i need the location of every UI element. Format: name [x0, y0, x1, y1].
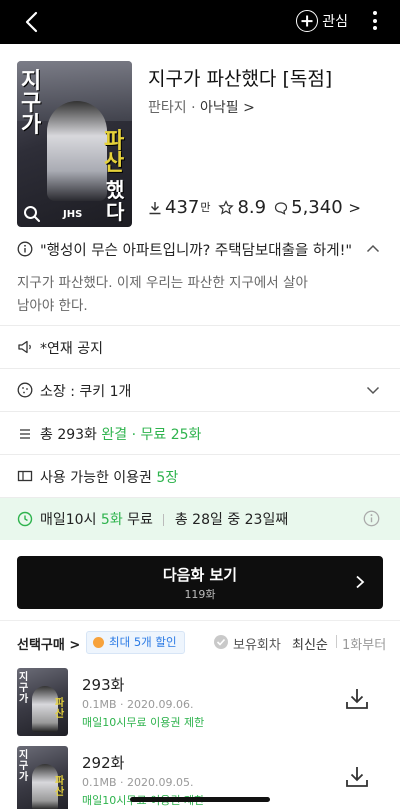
favorite-label: 관심	[322, 14, 348, 30]
chevron-up-icon[interactable]	[366, 242, 380, 256]
free-progress: 총 28일 중 23일째	[174, 512, 289, 528]
cover-title-text: 지구가	[21, 69, 42, 138]
sort-from-first-button[interactable]: 1화부터	[342, 634, 386, 653]
discount-badge[interactable]: 최대 5개 할인	[86, 631, 185, 654]
summary-description: 지구가 파산했다. 이제 우리는 파산한 지구에서 살아남아야 한다.	[17, 275, 308, 314]
genre: 판타지	[148, 100, 187, 116]
episode-info: 0.1MB · 2020.09.05.	[82, 776, 194, 789]
episode-list-header: 선택구매 > 최대 5개 할인 보유회차 최신순 1화부터	[0, 630, 400, 656]
select-buy-button[interactable]: 선택구매 >	[17, 634, 80, 653]
kebab-menu-icon[interactable]	[372, 11, 378, 33]
series-cover-image[interactable]: 지구가 파산 했다 JHS	[17, 61, 132, 227]
chevron-right-icon	[356, 575, 365, 589]
episode-number: 292화	[82, 754, 125, 772]
cover-title-highlight: 파산	[104, 129, 125, 176]
ticket-info: 사용 가능한 이용권 5장	[40, 470, 179, 486]
home-indicator	[130, 797, 270, 802]
star-icon	[218, 199, 235, 215]
clock-icon	[17, 511, 33, 527]
divider	[0, 620, 400, 621]
download-icon[interactable]	[344, 764, 370, 790]
owned-cookie-row[interactable]: 소장 : 쿠키 1개	[0, 369, 400, 412]
free-episode-count: 무료 25화	[140, 427, 202, 443]
chevron-down-icon[interactable]	[366, 383, 380, 397]
serial-notice-row[interactable]: *연재 공지	[0, 326, 400, 369]
series-stats: 437 만 8.9 5,340 >	[148, 197, 369, 218]
series-meta: 판타지 · 아낙필 >	[148, 97, 255, 117]
episode-info: 0.1MB · 2020.09.06.	[82, 698, 194, 711]
download-count: 437 만	[148, 197, 210, 218]
owned-label: 소장 : 쿠키 1개	[40, 384, 132, 400]
episode-summary: 총 293화 완결 · 무료 25화	[40, 427, 202, 443]
series-title: 지구가 파산했다 [독점]	[148, 68, 333, 90]
rating: 8.9	[218, 197, 266, 218]
episode-row[interactable]: 지구가 파산 293화 0.1MB · 2020.09.06. 매일10시무료 이…	[0, 668, 400, 740]
coin-icon	[93, 637, 104, 648]
divider	[336, 635, 337, 648]
notice-label: *연재 공지	[40, 341, 103, 357]
speaker-icon	[18, 340, 31, 354]
episode-thumbnail: 지구가 파산	[17, 668, 68, 736]
completed-badge: 완결	[101, 427, 128, 443]
info-icon[interactable]	[363, 510, 380, 527]
top-bar: 관심	[0, 0, 400, 44]
check-circle-icon	[214, 635, 228, 649]
list-icon	[20, 429, 30, 439]
ticket-row[interactable]: 사용 가능한 이용권 5장	[0, 455, 400, 498]
episode-limit: 매일10시무료 이용권 제한	[82, 716, 205, 729]
daily-free-info: 매일10시 5화 무료 총 28일 중 23일째	[40, 512, 289, 528]
comment-icon	[275, 201, 288, 215]
summary-section[interactable]: "행성이 무슨 아파트입니까? 주택담보대출을 하게!" 지구가 파산했다. 이…	[0, 228, 400, 326]
summary-quote: "행성이 무슨 아파트입니까? 주택담보대출을 하게!"	[40, 243, 353, 259]
magnifier-icon[interactable]	[23, 205, 41, 223]
next-episode-button[interactable]: 다음화 보기 119화	[17, 556, 383, 609]
owned-episodes-toggle[interactable]: 보유회차	[214, 634, 281, 653]
favorite-button[interactable]: 관심	[296, 9, 348, 33]
cookie-icon	[17, 382, 33, 398]
next-episode-number: 119화	[184, 588, 216, 601]
download-icon	[149, 201, 161, 214]
next-episode-label: 다음화 보기	[162, 566, 238, 584]
author-link[interactable]: 아낙필 >	[200, 100, 255, 116]
publisher-logo: JHS	[63, 209, 83, 220]
episode-summary-row: 총 293화 완결 · 무료 25화	[0, 412, 400, 455]
daily-free-banner[interactable]: 매일10시 5화 무료 총 28일 중 23일째	[0, 498, 400, 540]
ticket-count: 5장	[156, 470, 179, 486]
ticket-icon	[17, 470, 33, 482]
cover-title-text-end: 했다	[106, 178, 125, 224]
episode-thumbnail: 지구가 파산	[17, 746, 68, 809]
chevron-left-icon[interactable]	[18, 8, 46, 36]
episode-number: 293화	[82, 676, 125, 694]
meta-separator: ·	[191, 100, 196, 116]
plus-circle-icon	[296, 10, 319, 32]
comments-link[interactable]: 5,340 >	[274, 197, 361, 218]
info-icon	[17, 241, 33, 257]
download-icon[interactable]	[344, 686, 370, 712]
sort-latest-button[interactable]: 최신순	[292, 634, 328, 653]
